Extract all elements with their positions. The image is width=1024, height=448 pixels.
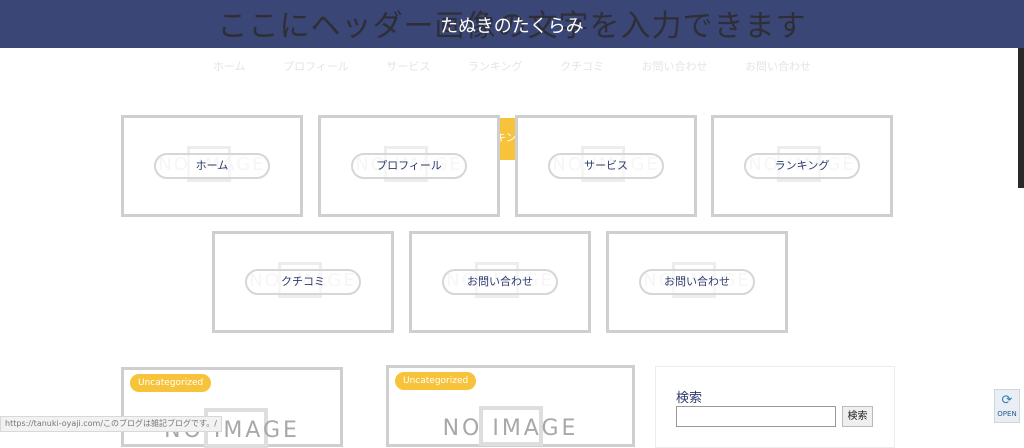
site-header: ここにヘッダー画像の文字を入力できます たぬきのたくらみ: [0, 0, 1024, 48]
search-input[interactable]: [676, 406, 836, 427]
search-widget-title: 検索: [676, 391, 703, 406]
refresh-icon: ⟳: [1001, 393, 1013, 408]
scrollbar[interactable]: [1018, 48, 1024, 188]
nav-item-service[interactable]: サービス: [386, 58, 430, 74]
nav-item-reviews[interactable]: クチコミ: [560, 58, 604, 74]
nav-item-ranking[interactable]: ランキング: [468, 58, 523, 74]
post-card[interactable]: NO IMAGE Uncategorized: [121, 367, 343, 448]
site-title[interactable]: たぬきのたくらみ: [0, 12, 1024, 38]
card-label[interactable]: お問い合わせ: [639, 269, 755, 295]
card-label[interactable]: クチコミ: [245, 269, 361, 295]
nav-item-profile[interactable]: プロフィール: [283, 58, 349, 74]
post-thumbnail-text: NO IMAGE: [442, 416, 579, 441]
post-card[interactable]: NO IMAGE Uncategorized: [386, 365, 635, 447]
card-label[interactable]: プロフィール: [351, 153, 467, 179]
card-label[interactable]: お問い合わせ: [442, 269, 558, 295]
menu-card-profile[interactable]: NO IMAGE プロフィール: [318, 115, 500, 217]
nav-item-contact[interactable]: お問い合わせ: [642, 58, 708, 74]
menu-card-reviews[interactable]: NO IMAGE クチコミ: [212, 231, 394, 333]
card-label[interactable]: サービス: [548, 153, 664, 179]
category-badge[interactable]: Uncategorized: [395, 372, 477, 390]
menu-card-contact[interactable]: NO IMAGE お問い合わせ: [409, 231, 591, 333]
card-label[interactable]: ホーム: [154, 153, 270, 179]
menu-card-contact-2[interactable]: NO IMAGE お問い合わせ: [606, 231, 788, 333]
search-button[interactable]: 検索: [842, 406, 873, 427]
category-badge[interactable]: Uncategorized: [130, 374, 212, 392]
menu-card-service[interactable]: NO IMAGE サービス: [515, 115, 697, 217]
card-label[interactable]: ランキング: [744, 153, 860, 179]
global-nav: ホーム プロフィール サービス ランキング クチコミ お問い合わせ お問い合わせ: [0, 58, 1024, 78]
search-widget: 検索 検索: [655, 366, 895, 448]
nav-item-contact-2[interactable]: お問い合わせ: [745, 58, 811, 74]
menu-card-home[interactable]: NO IMAGE ホーム: [121, 115, 303, 217]
open-widget-button[interactable]: ⟳ OPEN: [994, 389, 1020, 423]
menu-card-ranking[interactable]: NO IMAGE ランキング: [711, 115, 893, 217]
open-widget-label: OPEN: [997, 410, 1017, 418]
nav-item-home[interactable]: ホーム: [213, 58, 246, 74]
